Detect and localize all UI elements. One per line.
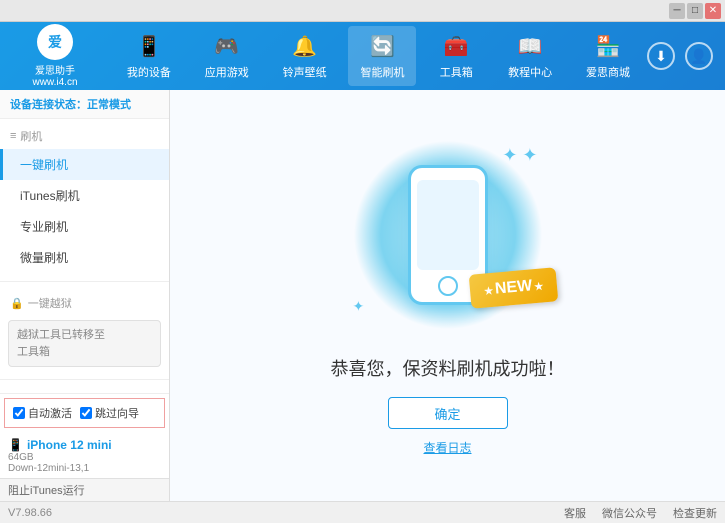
- sidebar: 设备连接状态：正常模式 ≡ 刷机 一键刷机 iTunes刷机 专业刷机 微量刷机: [0, 90, 170, 501]
- user-button[interactable]: 👤: [685, 42, 713, 70]
- flash-icon: ≡: [10, 130, 16, 142]
- jailbreak-group-label: 一键越狱: [28, 295, 72, 311]
- nav-items: 📱 我的设备 🎮 应用游戏 🔔 铃声壁纸 🔄 智能刷机 🧰 工具箱 📖 教程中心…: [110, 26, 647, 86]
- jailbreak-group-header: 🔒 一键越狱: [0, 290, 169, 316]
- nav-label-toolbox: 工具箱: [440, 64, 473, 80]
- store-icon: 🏪: [594, 32, 622, 60]
- phone-home-button: [438, 276, 458, 296]
- phone-screen: [417, 180, 479, 270]
- title-bar-buttons: ─ □ ✕: [669, 3, 721, 19]
- sidebar-item-itunes-flash[interactable]: iTunes刷机: [0, 180, 169, 211]
- jailbreak-note-text: 越狱工具已转移至工具箱: [17, 329, 105, 358]
- new-badge: NEW: [469, 267, 559, 308]
- sidebar-item-pro-flash[interactable]: 专业刷机: [0, 211, 169, 242]
- nav-item-tutorial[interactable]: 📖 教程中心: [496, 26, 564, 86]
- logo-title: 爱思助手: [35, 62, 75, 77]
- itunes-bar[interactable]: 阻止iTunes运行: [0, 478, 169, 501]
- logo-url: www.i4.cn: [32, 77, 77, 88]
- device-info: 📱 iPhone 12 mini 64GB Down-12mini-13,1: [0, 432, 169, 478]
- lock-icon: 🔒: [10, 297, 24, 310]
- nav-item-my-device[interactable]: 📱 我的设备: [115, 26, 183, 86]
- wechat-link[interactable]: 微信公众号: [602, 505, 657, 521]
- main-content: 设备连接状态：正常模式 ≡ 刷机 一键刷机 iTunes刷机 专业刷机 微量刷机: [0, 90, 725, 501]
- logo-circle: 爱: [37, 24, 73, 60]
- sparkle-bottom-left: ✦: [353, 298, 365, 315]
- content-area: ✦ ✦ ✦ NEW 恭喜您，保资料刷机成功啦！ 确定 查看日志: [170, 90, 725, 501]
- sidebar-item-wipe-flash[interactable]: 微量刷机: [0, 242, 169, 273]
- one-key-flash-label: 一键刷机: [20, 156, 68, 173]
- apps-games-icon: 🎮: [213, 32, 241, 60]
- flash-group-header: ≡ 刷机: [0, 123, 169, 149]
- sidebar-divider-2: [0, 379, 169, 380]
- confirm-button[interactable]: 确定: [388, 397, 508, 429]
- sparkle-top-right: ✦ ✦: [502, 145, 537, 166]
- status-value: 正常模式: [87, 99, 131, 111]
- nav-label-store: 爱思商城: [586, 64, 630, 80]
- device-icon: 📱: [8, 438, 23, 452]
- device-storage: 64GB: [8, 452, 161, 463]
- logo-area: 爱 爱思助手 www.i4.cn: [0, 16, 110, 96]
- auto-flash-label: 自动激活: [28, 405, 72, 421]
- sidebar-divider-1: [0, 281, 169, 282]
- more-section: ≡ 更多 其他工具 下载固件 高级功能: [0, 384, 169, 393]
- nav-item-store[interactable]: 🏪 爱思商城: [574, 26, 642, 86]
- flash-group-label: 刷机: [20, 128, 42, 144]
- jailbreak-note: 越狱工具已转移至工具箱: [8, 320, 161, 367]
- nav-item-smart-flash[interactable]: 🔄 智能刷机: [348, 26, 416, 86]
- sidebar-item-one-key-flash[interactable]: 一键刷机: [0, 149, 169, 180]
- nav-right: ⬇ 👤: [647, 42, 725, 70]
- itunes-status-text: 阻止iTunes运行: [8, 485, 85, 497]
- skip-guide-checkbox-label[interactable]: 跳过向导: [80, 405, 139, 421]
- ringtone-icon: 🔔: [291, 32, 319, 60]
- jailbreak-section: 🔒 一键越狱 越狱工具已转移至工具箱: [0, 286, 169, 375]
- skip-guide-label: 跳过向导: [95, 405, 139, 421]
- itunes-flash-label: iTunes刷机: [20, 187, 80, 204]
- logo-icon: 爱: [48, 32, 62, 52]
- nav-item-toolbox[interactable]: 🧰 工具箱: [426, 26, 486, 86]
- version-text: V7.98.66: [8, 507, 52, 519]
- close-button[interactable]: ✕: [705, 3, 721, 19]
- bottom-status-bar: V7.98.66 客服 微信公众号 检查更新: [0, 501, 725, 523]
- auto-flash-checkbox-label[interactable]: 自动激活: [13, 405, 72, 421]
- flash-section: ≡ 刷机 一键刷机 iTunes刷机 专业刷机 微量刷机: [0, 119, 169, 277]
- my-device-icon: 📱: [135, 32, 163, 60]
- nav-item-apps-games[interactable]: 🎮 应用游戏: [193, 26, 261, 86]
- skip-guide-checkbox[interactable]: [80, 407, 92, 419]
- device-name-text: iPhone 12 mini: [27, 438, 112, 452]
- nav-item-ringtone[interactable]: 🔔 铃声壁纸: [271, 26, 339, 86]
- status-label: 设备连接状态：: [10, 99, 87, 111]
- minimize-button[interactable]: ─: [669, 3, 685, 19]
- success-text: 恭喜您，保资料刷机成功啦！: [331, 355, 565, 381]
- device-system: Down-12mini-13,1: [8, 463, 161, 474]
- wipe-flash-label: 微量刷机: [20, 249, 68, 266]
- status-bar: 设备连接状态：正常模式: [0, 90, 169, 119]
- pro-flash-label: 专业刷机: [20, 218, 68, 235]
- nav-label-apps-games: 应用游戏: [205, 64, 249, 80]
- sidebar-scroll: ≡ 刷机 一键刷机 iTunes刷机 专业刷机 微量刷机: [0, 119, 169, 393]
- view-log-link[interactable]: 查看日志: [423, 439, 471, 456]
- sidebar-footer: 自动激活 跳过向导 📱 iPhone 12 mini 64GB Down-12m…: [0, 393, 169, 501]
- tutorial-icon: 📖: [516, 32, 544, 60]
- nav-label-ringtone: 铃声壁纸: [283, 64, 327, 80]
- phone-illustration: ✦ ✦ ✦ NEW: [348, 135, 548, 335]
- nav-label-smart-flash: 智能刷机: [360, 64, 404, 80]
- download-button[interactable]: ⬇: [647, 42, 675, 70]
- checkbox-area: 自动激活 跳过向导: [4, 398, 165, 428]
- check-update-link[interactable]: 检查更新: [673, 505, 717, 521]
- maximize-button[interactable]: □: [687, 3, 703, 19]
- top-nav: 爱 爱思助手 www.i4.cn 📱 我的设备 🎮 应用游戏 🔔 铃声壁纸 🔄 …: [0, 22, 725, 90]
- smart-flash-icon: 🔄: [368, 32, 396, 60]
- toolbox-icon: 🧰: [442, 32, 470, 60]
- device-name: 📱 iPhone 12 mini: [8, 438, 161, 452]
- nav-label-my-device: 我的设备: [127, 64, 171, 80]
- nav-label-tutorial: 教程中心: [508, 64, 552, 80]
- auto-flash-checkbox[interactable]: [13, 407, 25, 419]
- support-link[interactable]: 客服: [564, 505, 586, 521]
